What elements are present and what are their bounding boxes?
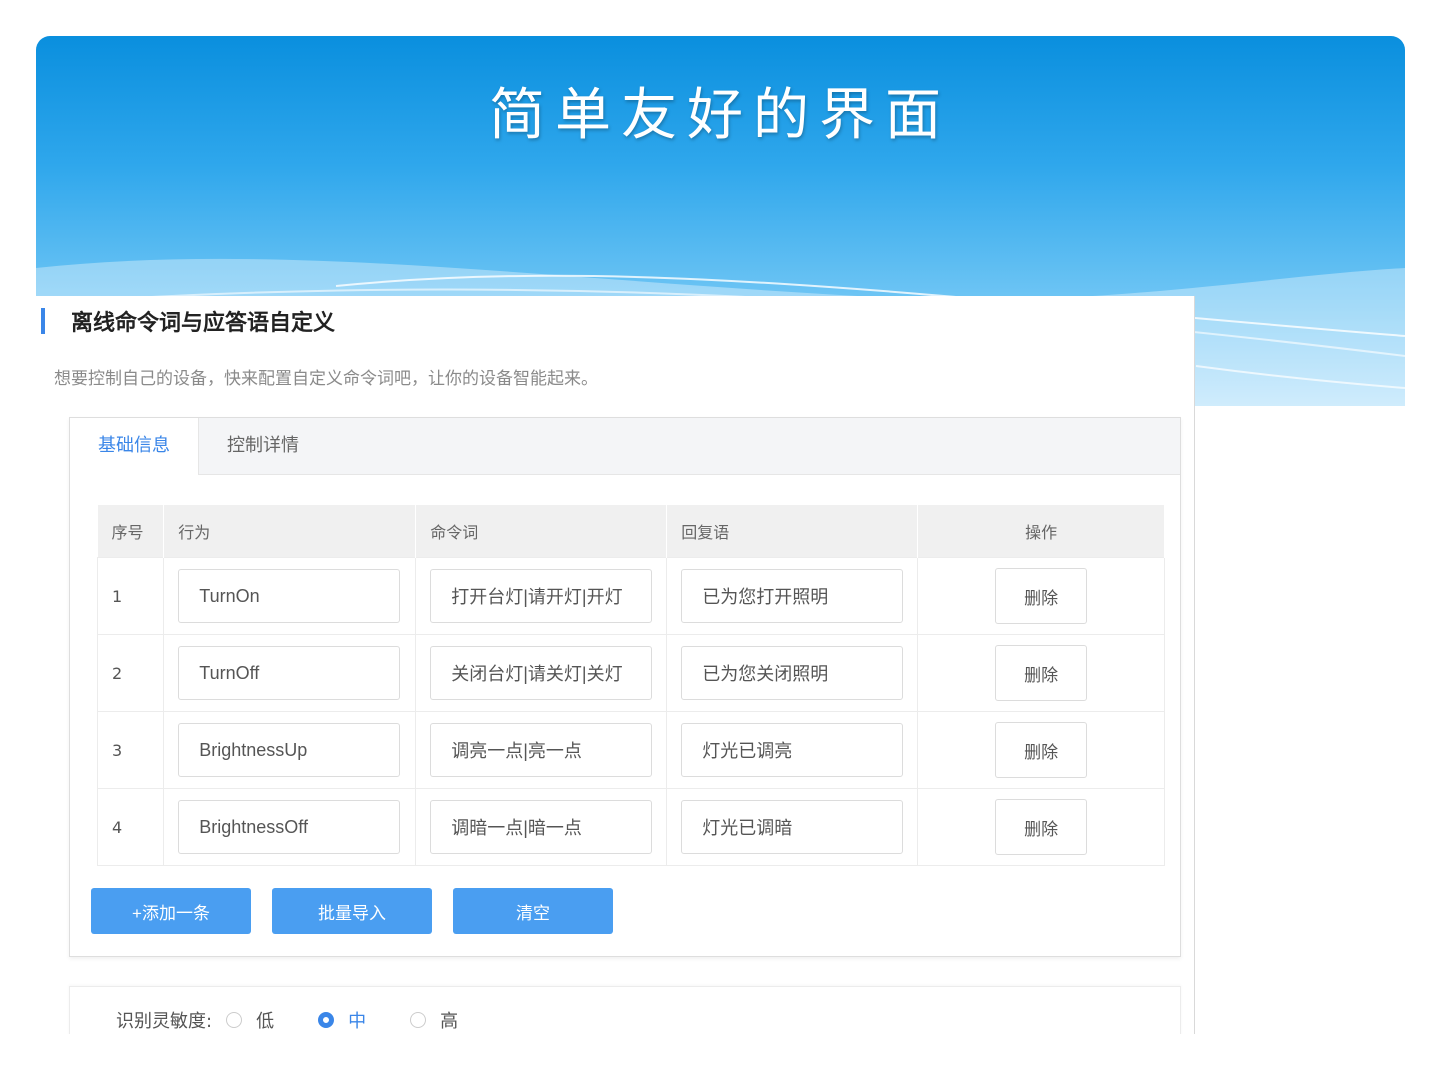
slide-title: 简单友好的界面 [489, 83, 951, 148]
reply-input[interactable] [681, 646, 904, 700]
delete-button[interactable]: 删除 [995, 645, 1088, 701]
action-input[interactable] [178, 569, 401, 623]
action-input[interactable] [178, 646, 401, 700]
sensitivity-card: 识别灵敏度: 低 中 高 [69, 986, 1181, 1034]
command-input[interactable] [430, 723, 653, 777]
tab-bar: 基础信息 控制详情 [70, 418, 1180, 475]
radio-circle-icon [410, 1012, 427, 1028]
table-header-row: 序号 行为 命令词 回复语 操作 [97, 505, 1165, 558]
action-input[interactable] [178, 723, 401, 777]
table-row: 3 删除 [96, 711, 1165, 789]
sensitivity-high-radio[interactable]: 高 [410, 1007, 458, 1033]
radio-circle-icon [226, 1012, 243, 1028]
header-operation: 操作 [917, 505, 1165, 558]
sensitivity-medium-radio[interactable]: 中 [318, 1007, 366, 1033]
tab-basic-info[interactable]: 基础信息 [70, 418, 199, 475]
command-table: 序号 行为 命令词 回复语 操作 1 删除 2 [96, 505, 1165, 866]
header-action: 行为 [163, 505, 417, 558]
add-row-button[interactable]: +添加一条 [91, 888, 251, 934]
tab-control-details[interactable]: 控制详情 [199, 418, 327, 474]
table-row: 4 删除 [96, 788, 1165, 866]
command-input[interactable] [430, 569, 653, 623]
reply-input[interactable] [681, 723, 904, 777]
section-description: 想要控制自己的设备，快来配置自定义命令词吧，让你的设备智能起来。 [54, 369, 598, 389]
sensitivity-label: 识别灵敏度: [116, 1011, 213, 1032]
row-index: 4 [96, 788, 165, 866]
section-header: 离线命令词与应答语自定义 [41, 306, 335, 336]
command-input[interactable] [430, 800, 653, 854]
action-button-row: +添加一条 批量导入 清空 [91, 888, 613, 934]
reply-input[interactable] [681, 800, 904, 854]
clear-button[interactable]: 清空 [453, 888, 613, 934]
sensitivity-group: 识别灵敏度: 低 中 高 [116, 1007, 488, 1033]
section-accent-bar [41, 308, 45, 334]
row-index: 2 [96, 634, 165, 712]
delete-button[interactable]: 删除 [995, 568, 1088, 624]
command-input[interactable] [430, 646, 653, 700]
delete-button[interactable]: 删除 [995, 799, 1088, 855]
reply-input[interactable] [681, 569, 904, 623]
row-index: 1 [96, 557, 165, 635]
sensitivity-low-radio[interactable]: 低 [226, 1007, 274, 1033]
row-index: 3 [96, 711, 165, 789]
table-row: 2 删除 [96, 634, 1165, 712]
radio-checked-icon [318, 1012, 335, 1028]
action-input[interactable] [178, 800, 401, 854]
batch-import-button[interactable]: 批量导入 [272, 888, 432, 934]
header-reply: 回复语 [666, 505, 919, 558]
header-index: 序号 [97, 505, 165, 558]
command-card: 基础信息 控制详情 序号 行为 命令词 回复语 操作 1 TurnOn 打开台灯… [69, 417, 1181, 957]
table-row: 1 删除 [96, 557, 1165, 635]
section-title: 离线命令词与应答语自定义 [71, 311, 336, 336]
header-command: 命令词 [415, 505, 668, 558]
config-panel: 离线命令词与应答语自定义 想要控制自己的设备，快来配置自定义命令词吧，让你的设备… [36, 296, 1195, 1034]
delete-button[interactable]: 删除 [995, 722, 1088, 778]
